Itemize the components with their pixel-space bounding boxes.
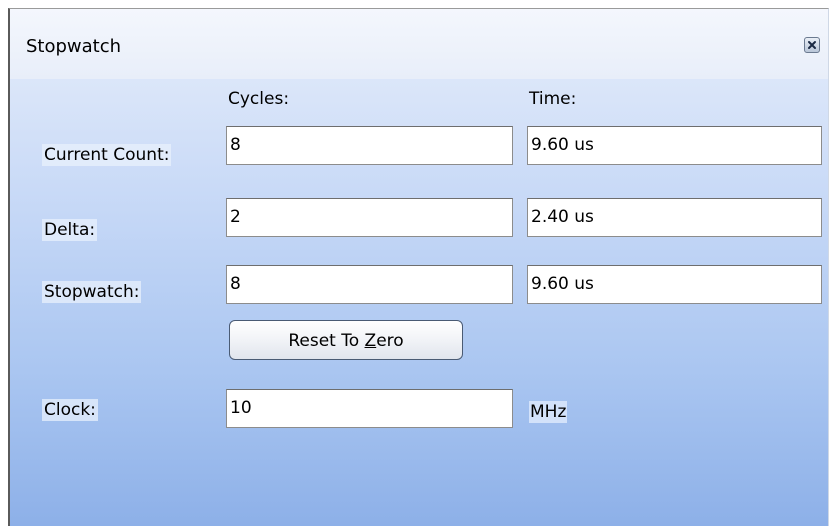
stopwatch-label: Stopwatch: (42, 281, 142, 303)
stopwatch-window: Stopwatch Cycles: Time: Current Count: D… (8, 8, 829, 526)
current-count-time-input[interactable] (531, 127, 821, 164)
current-count-label: Current Count: (42, 144, 172, 166)
time-column-header: Time: (529, 89, 577, 109)
stopwatch-cycles-input[interactable] (230, 266, 512, 303)
window-title: Stopwatch (26, 36, 122, 57)
title-bar: Stopwatch (10, 9, 828, 79)
clock-label: Clock: (42, 399, 98, 421)
stopwatch-cycles-field[interactable] (226, 265, 513, 304)
current-count-time-field[interactable] (527, 126, 822, 165)
stopwatch-time-input[interactable] (531, 266, 821, 303)
delta-cycles-input[interactable] (230, 199, 512, 236)
delta-label: Delta: (42, 219, 98, 241)
close-icon (808, 41, 816, 49)
reset-label-mnemonic: Z (364, 331, 377, 351)
clock-unit-label: MHz (529, 401, 568, 423)
reset-label-start: Reset To (288, 331, 365, 351)
current-count-cycles-input[interactable] (230, 127, 512, 164)
delta-cycles-field[interactable] (226, 198, 513, 237)
delta-time-field[interactable] (527, 198, 822, 237)
reset-label-end: ero (376, 331, 404, 351)
reset-to-zero-button[interactable]: Reset To Zero (229, 320, 463, 360)
stopwatch-time-field[interactable] (527, 265, 822, 304)
current-count-cycles-field[interactable] (226, 126, 513, 165)
close-button[interactable] (804, 37, 820, 53)
clock-input[interactable] (230, 390, 512, 427)
cycles-column-header: Cycles: (228, 89, 290, 109)
delta-time-input[interactable] (531, 199, 821, 236)
clock-field[interactable] (226, 389, 513, 428)
